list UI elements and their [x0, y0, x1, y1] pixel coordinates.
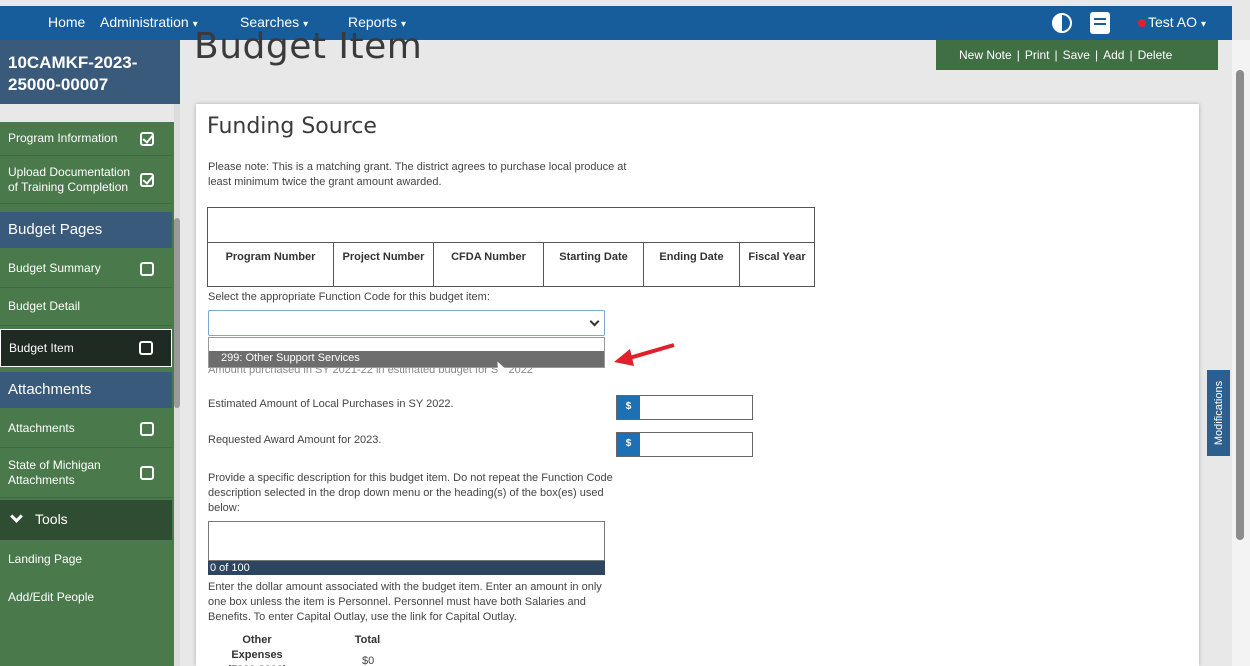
funding-info-table: Program Number Project Number CFDA Numbe… — [207, 207, 815, 287]
sidebar-item-label: Attachments — [8, 421, 75, 435]
sidebar-item-label: Landing Page — [8, 551, 83, 566]
sidebar-tools-label: Tools — [35, 511, 68, 527]
add-button[interactable]: Add — [1103, 48, 1124, 62]
user-name: Test AO — [1148, 14, 1198, 30]
sidebar-item-label: Budget Summary — [8, 261, 101, 275]
column-header: Fiscal Year — [748, 251, 806, 263]
sidebar-item-label: Budget Detail — [8, 299, 81, 313]
function-code-select[interactable] — [208, 310, 605, 336]
left-sidebar: 10CAMKF-2023-25000-00007 Program Informa… — [0, 40, 180, 666]
sidebar-item-label: Add/Edit People — [8, 589, 95, 604]
dollar-icon: $ — [617, 433, 640, 456]
sidebar-item-upload-documentation[interactable]: Upload Documentation of Training Complet… — [0, 156, 172, 204]
separator: | — [1054, 48, 1058, 62]
requested-award-label: Requested Award Amount for 2023. — [208, 434, 382, 446]
sidebar-item-budget-item[interactable]: Budget Item — [0, 329, 172, 367]
sidebar-item-add-edit-people[interactable]: Add/Edit People — [0, 578, 172, 616]
application-id-header: 10CAMKF-2023-25000-00007 — [0, 40, 180, 104]
unchecked-box-icon — [140, 261, 154, 276]
function-code-label: Select the appropriate Function Code for… — [208, 291, 490, 303]
sidebar-section-budget-pages: Budget Pages — [0, 212, 172, 248]
print-button[interactable]: Print — [1025, 48, 1050, 62]
table-header-row: Program Number Project Number CFDA Numbe… — [208, 242, 814, 286]
dollar-icon: $ — [617, 396, 640, 419]
function-code-dropdown: 299: Other Support Services — [208, 337, 605, 368]
contrast-toggle-icon[interactable] — [1052, 13, 1072, 33]
column-header: Starting Date — [544, 243, 644, 286]
estimated-amount-input[interactable]: $ — [616, 395, 753, 420]
separator: | — [1129, 48, 1133, 62]
amount-instructions: Enter the dollar amount associated with … — [208, 581, 602, 623]
column-header: Project Number — [334, 243, 434, 286]
status-dot-icon — [1138, 19, 1146, 28]
sidebar-item-label: Upload Documentation of Training Complet… — [8, 164, 131, 194]
sidebar-item-state-attachments[interactable]: State of Michigan Attachments — [0, 448, 172, 498]
sidebar-scrollbar-thumb[interactable] — [174, 218, 180, 408]
top-nav-bar: Home Administration ▾ Searches ▾ Reports ▾ … — [0, 6, 1232, 40]
sidebar-item-label: Budget Item — [9, 340, 74, 355]
sidebar-item-label: State of Michigan Attachments — [8, 457, 101, 487]
app-root: { "nav": { "home": "Home", "administrati… — [0, 0, 1250, 666]
column-header: Ending Date — [644, 243, 740, 286]
matching-grant-note: Please note: This is a matching grant. T… — [208, 161, 627, 188]
chevron-down-icon — [589, 316, 600, 327]
sidebar-item-landing-page[interactable]: Landing Page — [0, 540, 172, 578]
column-header: Program Number — [208, 243, 334, 286]
sidebar-tools-toggle[interactable]: Tools — [0, 500, 172, 540]
action-bar: New Note | Print | Save | Add | Delete — [936, 40, 1218, 70]
character-counter: 0 of 100 — [208, 561, 605, 575]
description-label: Provide a specific description for this … — [208, 472, 613, 514]
sidebar-section-attachments: Attachments — [0, 372, 172, 408]
page-title: Budget Item — [194, 26, 423, 67]
checked-box-icon — [140, 172, 154, 187]
sidebar-item-budget-summary[interactable]: Budget Summary — [0, 250, 172, 288]
sidebar-item-attachments[interactable]: Attachments — [0, 410, 172, 448]
nav-home[interactable]: Home — [48, 14, 85, 30]
notes-document-icon[interactable] — [1090, 12, 1110, 34]
chevron-down-icon: ▾ — [1201, 19, 1207, 30]
sidebar-item-label: Program Information — [8, 131, 118, 145]
total-value: $0 — [362, 655, 375, 666]
save-button[interactable]: Save — [1063, 48, 1090, 62]
nav-administration-label: Administration — [100, 14, 189, 30]
sidebar-item-budget-detail[interactable]: Budget Detail — [0, 288, 172, 326]
user-menu[interactable]: Test AO ▾ — [1138, 14, 1206, 30]
modifications-label: Modifications — [1212, 380, 1225, 446]
section-title: Funding Source — [207, 114, 377, 139]
estimated-amount-label: Estimated Amount of Local Purchases in S… — [208, 398, 454, 410]
nav-administration[interactable]: Administration ▾ — [100, 14, 198, 30]
separator: | — [1094, 48, 1099, 62]
page-scrollbar-thumb[interactable] — [1236, 70, 1244, 540]
checked-box-icon — [140, 131, 154, 146]
new-note-button[interactable]: New Note — [959, 48, 1012, 62]
sidebar-item-program-information[interactable]: Program Information — [0, 122, 172, 156]
dropdown-option-299[interactable]: 299: Other Support Services — [209, 351, 604, 367]
unchecked-box-icon — [140, 421, 154, 436]
column-header: CFDA Number — [434, 243, 544, 286]
sidebar-spacer — [0, 104, 180, 122]
chevron-down-icon — [10, 510, 23, 523]
modifications-tab[interactable]: Modifications — [1207, 370, 1230, 456]
requested-award-input[interactable]: $ — [616, 432, 753, 457]
red-arrow-icon — [614, 343, 675, 366]
delete-button[interactable]: Delete — [1138, 48, 1173, 62]
description-textarea[interactable] — [208, 521, 605, 561]
separator: | — [1016, 48, 1020, 62]
unchecked-box-icon — [139, 341, 153, 355]
total-header: Total — [354, 634, 381, 646]
other-expenses-header: Other Expenses (7000,8000) — [227, 634, 286, 666]
unchecked-box-icon — [140, 465, 154, 480]
